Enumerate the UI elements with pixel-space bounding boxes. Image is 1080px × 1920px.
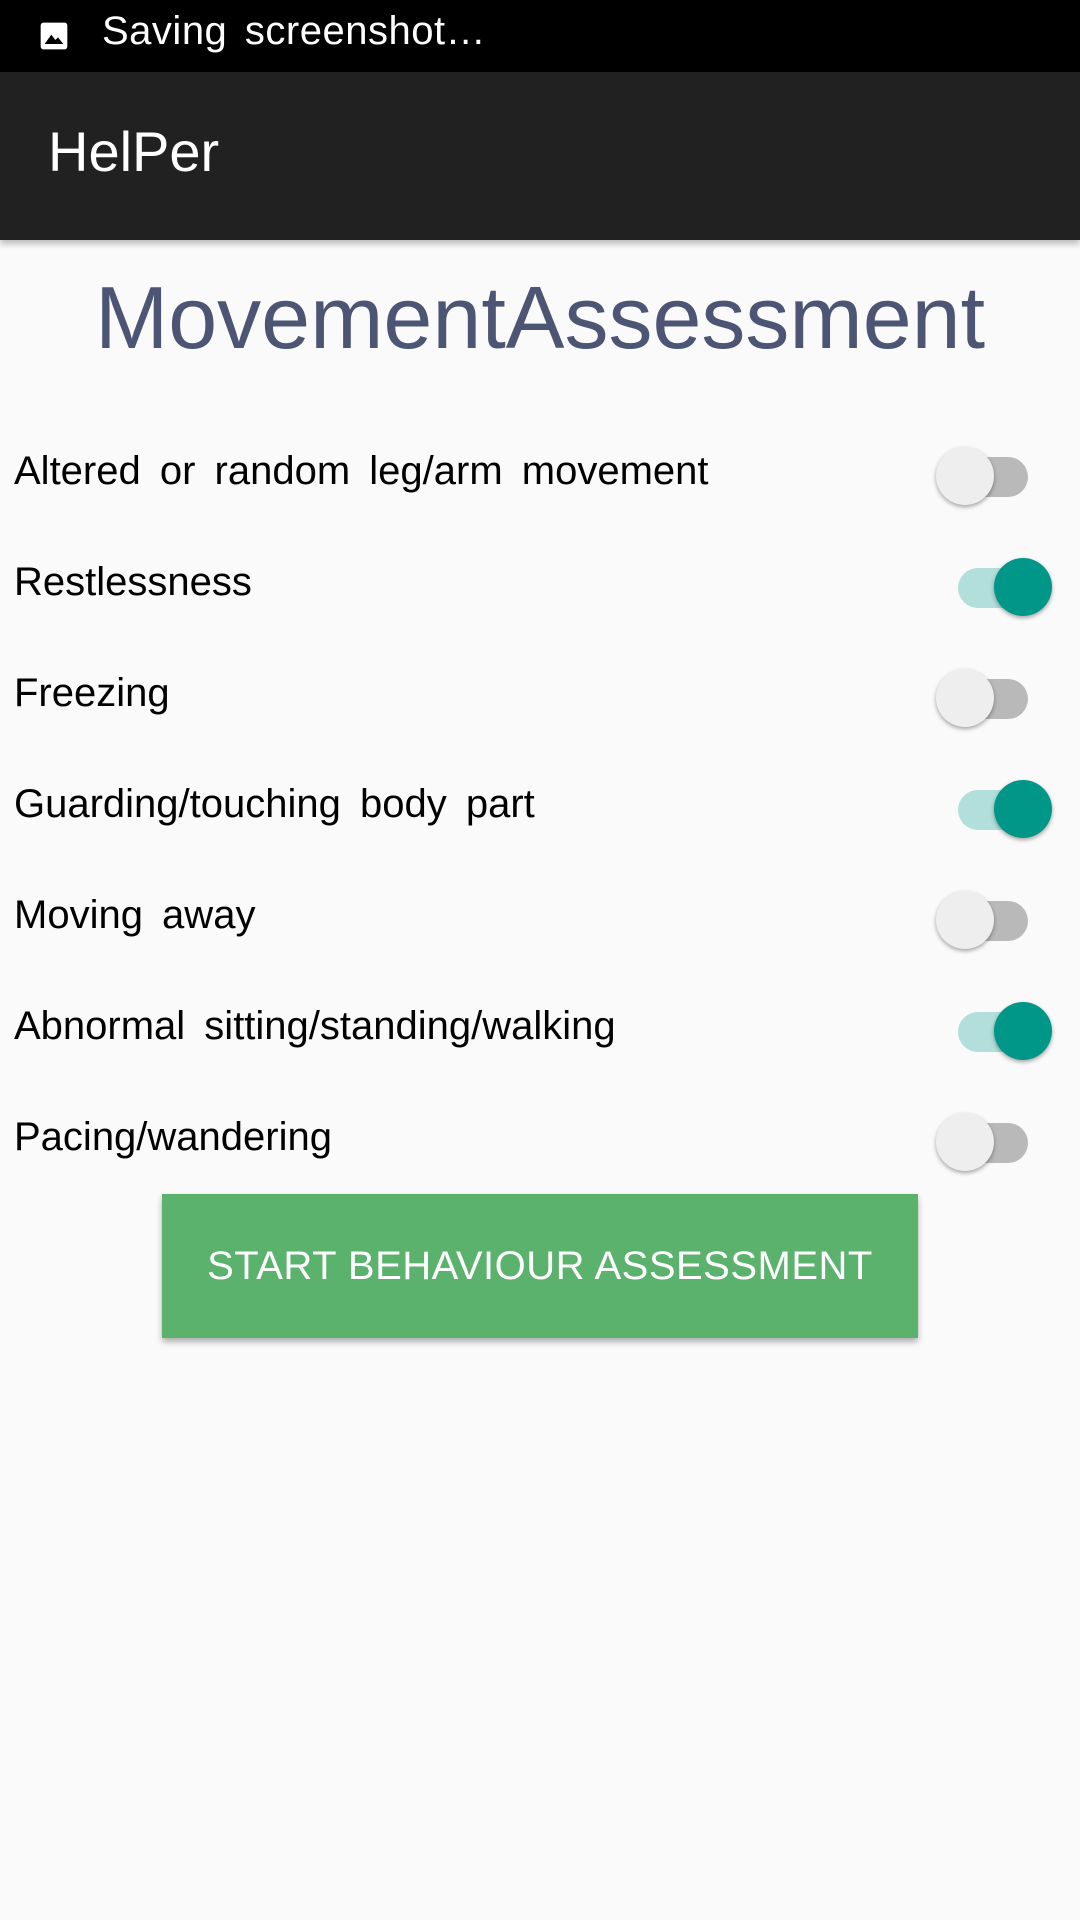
image-icon (40, 22, 68, 50)
status-bar: Saving screenshot… (0, 0, 1080, 72)
switch-thumb (936, 891, 994, 949)
list-item: Abnormal sitting/standing/walking (0, 971, 1080, 1082)
toggle-switch[interactable] (934, 886, 1054, 949)
list-item: Moving away (0, 860, 1080, 971)
switch-thumb (994, 558, 1052, 616)
toggle-switch[interactable] (934, 553, 1054, 616)
list-item: Freezing (0, 638, 1080, 749)
toggle-switch[interactable] (934, 997, 1054, 1060)
switch-thumb (994, 1002, 1052, 1060)
app-bar: HelPer (0, 72, 1080, 240)
list-item: Pacing/wandering (0, 1082, 1080, 1193)
list-item: Guarding/touching body part (0, 749, 1080, 860)
assessment-list: Altered or random leg/arm movement Restl… (0, 416, 1080, 1193)
item-label: Moving away (14, 893, 256, 937)
switch-thumb (994, 780, 1052, 838)
app-title: HelPer (48, 120, 220, 183)
item-label: Freezing (14, 671, 170, 715)
toggle-switch[interactable] (934, 1108, 1054, 1171)
status-notification-text: Saving screenshot… (102, 9, 487, 53)
toggle-switch[interactable] (934, 775, 1054, 838)
item-label: Abnormal sitting/standing/walking (14, 1004, 616, 1048)
list-item: Altered or random leg/arm movement (0, 416, 1080, 527)
page-title: MovementAssessment (94, 268, 986, 367)
switch-thumb (936, 1113, 994, 1171)
item-label: Guarding/touching body part (14, 782, 535, 826)
list-item: Restlessness (0, 527, 1080, 638)
switch-thumb (936, 447, 994, 505)
item-label: Pacing/wandering (14, 1115, 332, 1159)
start-behaviour-assessment-button[interactable]: START BEHAVIOUR ASSESSMENT (162, 1194, 918, 1338)
toggle-switch[interactable] (934, 442, 1054, 505)
switch-thumb (936, 669, 994, 727)
toggle-switch[interactable] (934, 664, 1054, 727)
item-label: Altered or random leg/arm movement (14, 449, 709, 493)
item-label: Restlessness (14, 560, 252, 604)
